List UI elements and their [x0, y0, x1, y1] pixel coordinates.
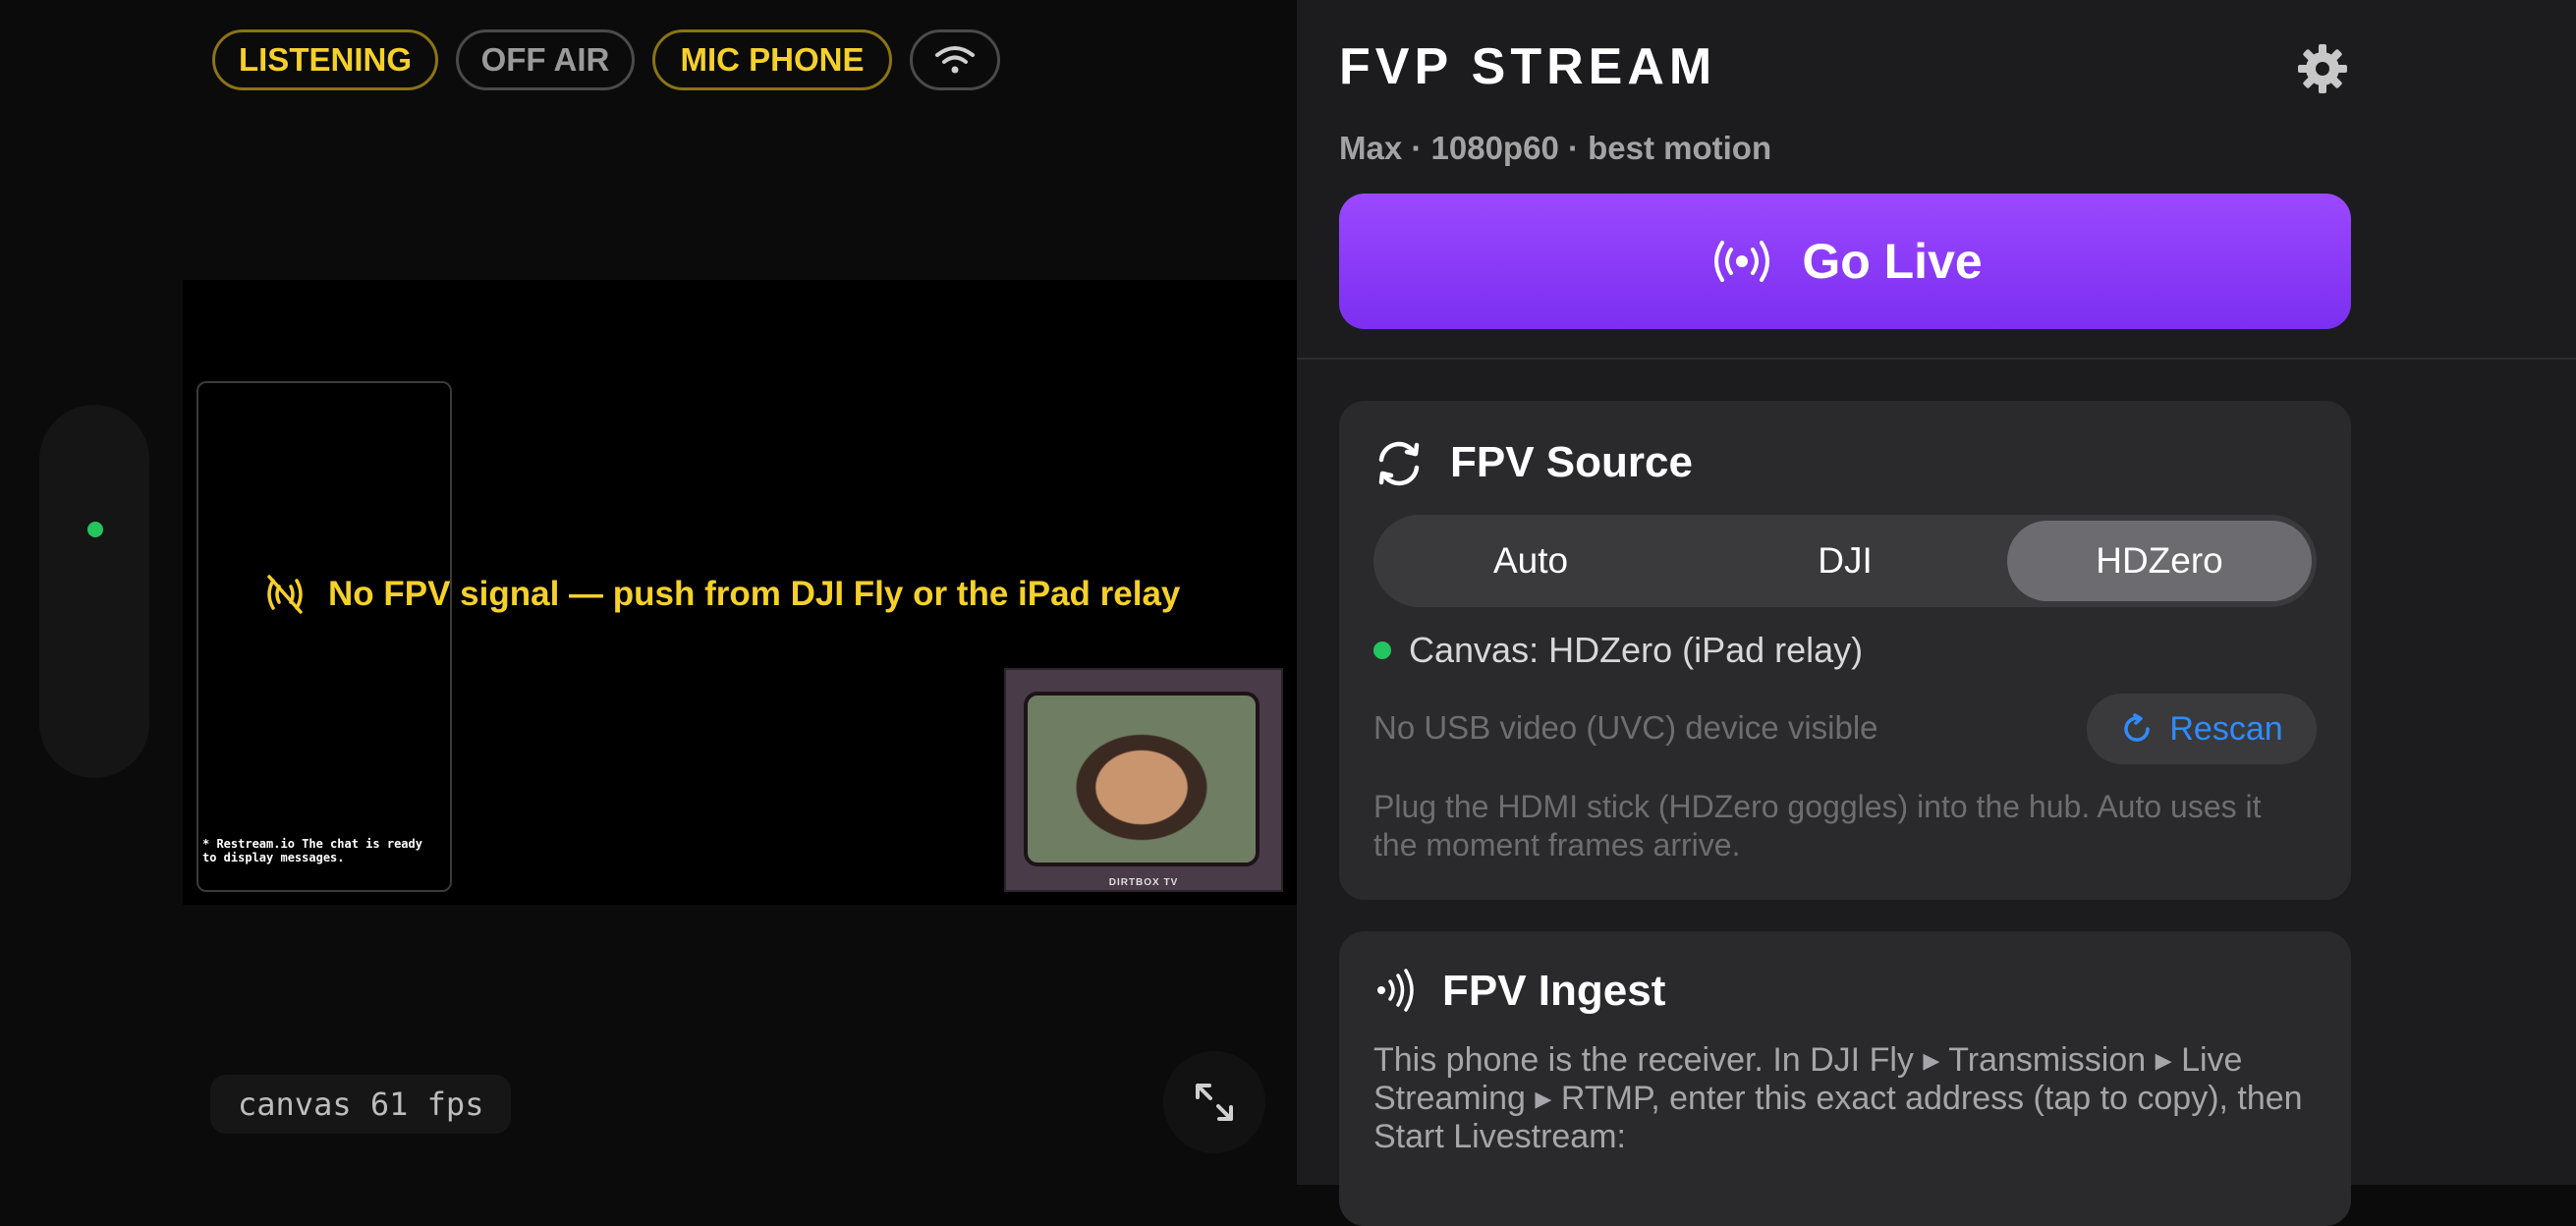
status-dot: [87, 522, 103, 537]
fpv-ingest-title: FPV Ingest: [1442, 967, 1666, 1015]
stream-profile: Max · 1080p60 · best motion: [1339, 130, 1772, 166]
refresh-icon: [2124, 713, 2151, 742]
app-title: FVP STREAM: [1339, 38, 1717, 95]
no-signal-banner: No FPV signal — push from DJI Fly or the…: [263, 570, 1180, 619]
off-air-badge[interactable]: OFF AIR: [456, 29, 635, 90]
side-handle[interactable]: [39, 405, 149, 778]
listening-badge-label: LISTENING: [238, 41, 412, 78]
camera-overlay: DIRTBOX TV: [1004, 668, 1283, 892]
fpv-source-title: FPV Source: [1450, 438, 1693, 486]
chat-message: * Restream.io The chat is ready to displ…: [202, 837, 422, 864]
fps-counter: canvas 61 fps: [210, 1075, 512, 1134]
off-air-badge-label: OFF AIR: [480, 41, 610, 78]
gear-icon: [2298, 44, 2347, 93]
segment-auto[interactable]: Auto: [1373, 515, 1688, 607]
go-live-label: Go Live: [1802, 234, 1983, 289]
rescan-button[interactable]: Rescan: [2087, 694, 2317, 764]
no-signal-text: No FPV signal — push from DJI Fly or the…: [328, 575, 1181, 613]
divider: [1297, 358, 2576, 360]
expand-icon: [1196, 1084, 1233, 1121]
mic-phone-badge[interactable]: MIC PHONE: [652, 29, 892, 90]
chat-overlay: [196, 381, 452, 892]
settings-button[interactable]: [2295, 41, 2350, 96]
go-live-button[interactable]: Go Live: [1339, 194, 2351, 329]
mic-phone-badge-label: MIC PHONE: [680, 41, 865, 78]
canvas-status-dot: [1373, 641, 1391, 659]
ingest-signal-icon: [1373, 969, 1417, 1012]
wifi-icon: [935, 46, 975, 74]
segment-dji[interactable]: DJI: [1688, 515, 2002, 607]
source-segmented-control: Auto DJI HDZero: [1373, 515, 2317, 607]
canvas-status: Canvas: HDZero (iPad relay): [1373, 629, 1863, 672]
segment-hdzero[interactable]: HDZero: [2007, 521, 2312, 601]
expand-button[interactable]: [1163, 1051, 1265, 1153]
rescan-label: Rescan: [2169, 709, 2283, 748]
canvas-status-text: Canvas: HDZero (iPad relay): [1409, 630, 1864, 670]
broadcast-icon: [1714, 241, 1770, 282]
ingest-help-text: This phone is the receiver. In DJI Fly ▸…: [1373, 1041, 2303, 1155]
source-help-text: Plug the HDMI stick (HDZero goggles) int…: [1373, 789, 2262, 863]
listening-badge[interactable]: LISTENING: [212, 29, 438, 90]
no-signal-icon: [267, 575, 303, 614]
wifi-badge[interactable]: [910, 29, 1000, 90]
sync-icon: [1372, 436, 1427, 491]
preview-pane: LISTENING OFF AIR MIC PHONE * Restream.i…: [0, 0, 1297, 1185]
usb-status-text: No USB video (UVC) device visible: [1373, 709, 1878, 746]
webcam-feed: [1024, 692, 1260, 866]
camera-brand-label: DIRTBOX TV: [1108, 877, 1179, 888]
